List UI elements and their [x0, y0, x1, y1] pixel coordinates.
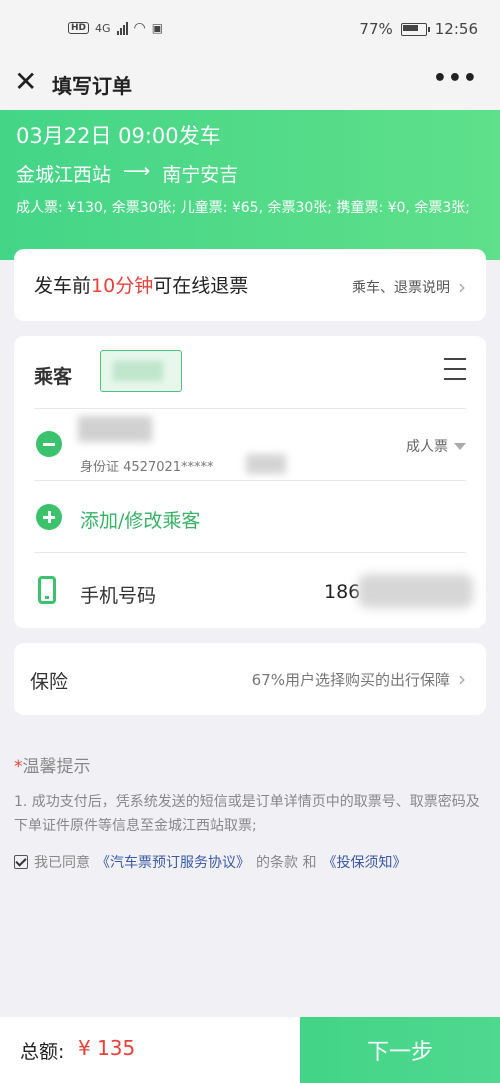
phone-icon	[38, 576, 56, 604]
total-amount: ¥ 135	[78, 1036, 136, 1060]
chevron-right-icon: ›	[458, 275, 466, 299]
refund-info-link[interactable]: 乘车、退票说明 ›	[352, 275, 466, 299]
clock: 12:56	[434, 20, 478, 38]
add-passenger-icon[interactable]	[36, 504, 62, 530]
insurance-desc-text: 67%用户选择购买的出行保障	[251, 670, 450, 689]
tips-body: 1. 成功支付后，凭系统发送的短信或是订单详情页中的取票号、取票密码及下单证件原…	[14, 794, 480, 834]
remove-passenger-icon[interactable]	[36, 431, 62, 457]
origin-station: 金城江西站	[16, 164, 112, 186]
network-label: 4G	[95, 21, 111, 35]
battery-percent: 77%	[359, 20, 393, 38]
more-icon[interactable]: •••	[433, 66, 478, 91]
chevron-right-icon: ›	[458, 667, 466, 691]
destination-station: 南宁安吉	[162, 164, 239, 186]
route: 金城江西站 ⟶ 南宁安吉	[16, 160, 238, 187]
phone-label: 手机号码	[80, 585, 157, 607]
refund-link-label: 乘车、退票说明	[352, 280, 450, 296]
ticket-prices: 成人票: ¥130, 余票30张; 儿童票: ¥65, 余票30张; 携童票: …	[16, 200, 470, 216]
status-left: HD 4G ◠ ▣	[68, 20, 163, 36]
hd-badge: HD	[68, 22, 90, 34]
signal-icon	[116, 21, 128, 35]
wifi-icon: ◠	[133, 20, 146, 36]
tips-title: *温馨提示	[14, 752, 91, 777]
divider	[34, 480, 466, 481]
departure-time: 03月22日 09:00发车	[16, 124, 221, 148]
agreement-checkbox[interactable]	[14, 855, 28, 869]
insurance-desc: 67%用户选择购买的出行保障 ›	[252, 667, 466, 691]
total-label: 总额:	[20, 1041, 65, 1063]
arrow-icon: ⟶	[123, 160, 151, 182]
close-icon[interactable]: ✕	[14, 68, 37, 96]
ticket-type-select[interactable]: 成人票	[406, 436, 466, 456]
insurance-notice-link[interactable]: 《投保须知》	[322, 852, 406, 872]
phone-redacted	[358, 574, 473, 608]
passenger-id-redacted	[246, 454, 286, 474]
refund-highlight: 10分钟	[91, 275, 154, 297]
tips-star: *	[14, 757, 23, 777]
insurance-label: 保险	[30, 671, 69, 693]
menu-icon[interactable]	[444, 358, 466, 380]
agreement-prefix: 我已同意	[34, 855, 90, 871]
next-step-button[interactable]: 下一步	[300, 1017, 500, 1083]
caret-down-icon	[454, 442, 466, 450]
bottom-bar: 总额: ¥ 135 下一步	[0, 1017, 500, 1083]
refund-prefix: 发车前	[34, 275, 92, 297]
service-agreement-link[interactable]: 《汽车票预订服务协议》	[96, 852, 250, 872]
insurance-card[interactable]: 保险 67%用户选择购买的出行保障 ›	[14, 643, 486, 715]
phone-input[interactable]: 186	[324, 581, 360, 603]
page-title: 填写订单	[52, 74, 132, 98]
refund-suffix: 可在线退票	[153, 275, 249, 297]
passenger-id: 身份证 4527021*****	[80, 460, 214, 475]
add-passenger-button[interactable]: 添加/修改乘客	[80, 506, 200, 533]
passenger-name-redacted	[78, 416, 152, 442]
battery-icon	[400, 22, 430, 36]
passenger-name-tag[interactable]	[100, 350, 182, 392]
passenger-label: 乘客	[34, 366, 73, 388]
nfc-icon: ▣	[151, 21, 164, 35]
divider	[34, 552, 466, 553]
refund-card: 发车前10分钟可在线退票 乘车、退票说明 ›	[14, 249, 486, 321]
agreement-row: 我已同意 《汽车票预订服务协议》 的条款 和 《投保须知》	[14, 852, 406, 872]
passenger-card: 乘客 身份证 4527021***** 成人票 添加/修改乘客 手机号码 186	[14, 336, 486, 628]
status-bar: HD 4G ◠ ▣ 77% 12:56	[0, 0, 500, 60]
ticket-type-label: 成人票	[406, 439, 448, 455]
agreement-middle: 的条款 和	[256, 855, 317, 871]
refund-message: 发车前10分钟可在线退票	[34, 271, 248, 298]
nav-bar: ✕ 填写订单 •••	[0, 60, 500, 110]
divider	[34, 408, 466, 409]
status-right: 77% 12:56	[359, 20, 478, 38]
trip-header: 03月22日 09:00发车 金城江西站 ⟶ 南宁安吉 成人票: ¥130, 余…	[0, 110, 500, 260]
tips-title-text: 温馨提示	[22, 757, 91, 777]
